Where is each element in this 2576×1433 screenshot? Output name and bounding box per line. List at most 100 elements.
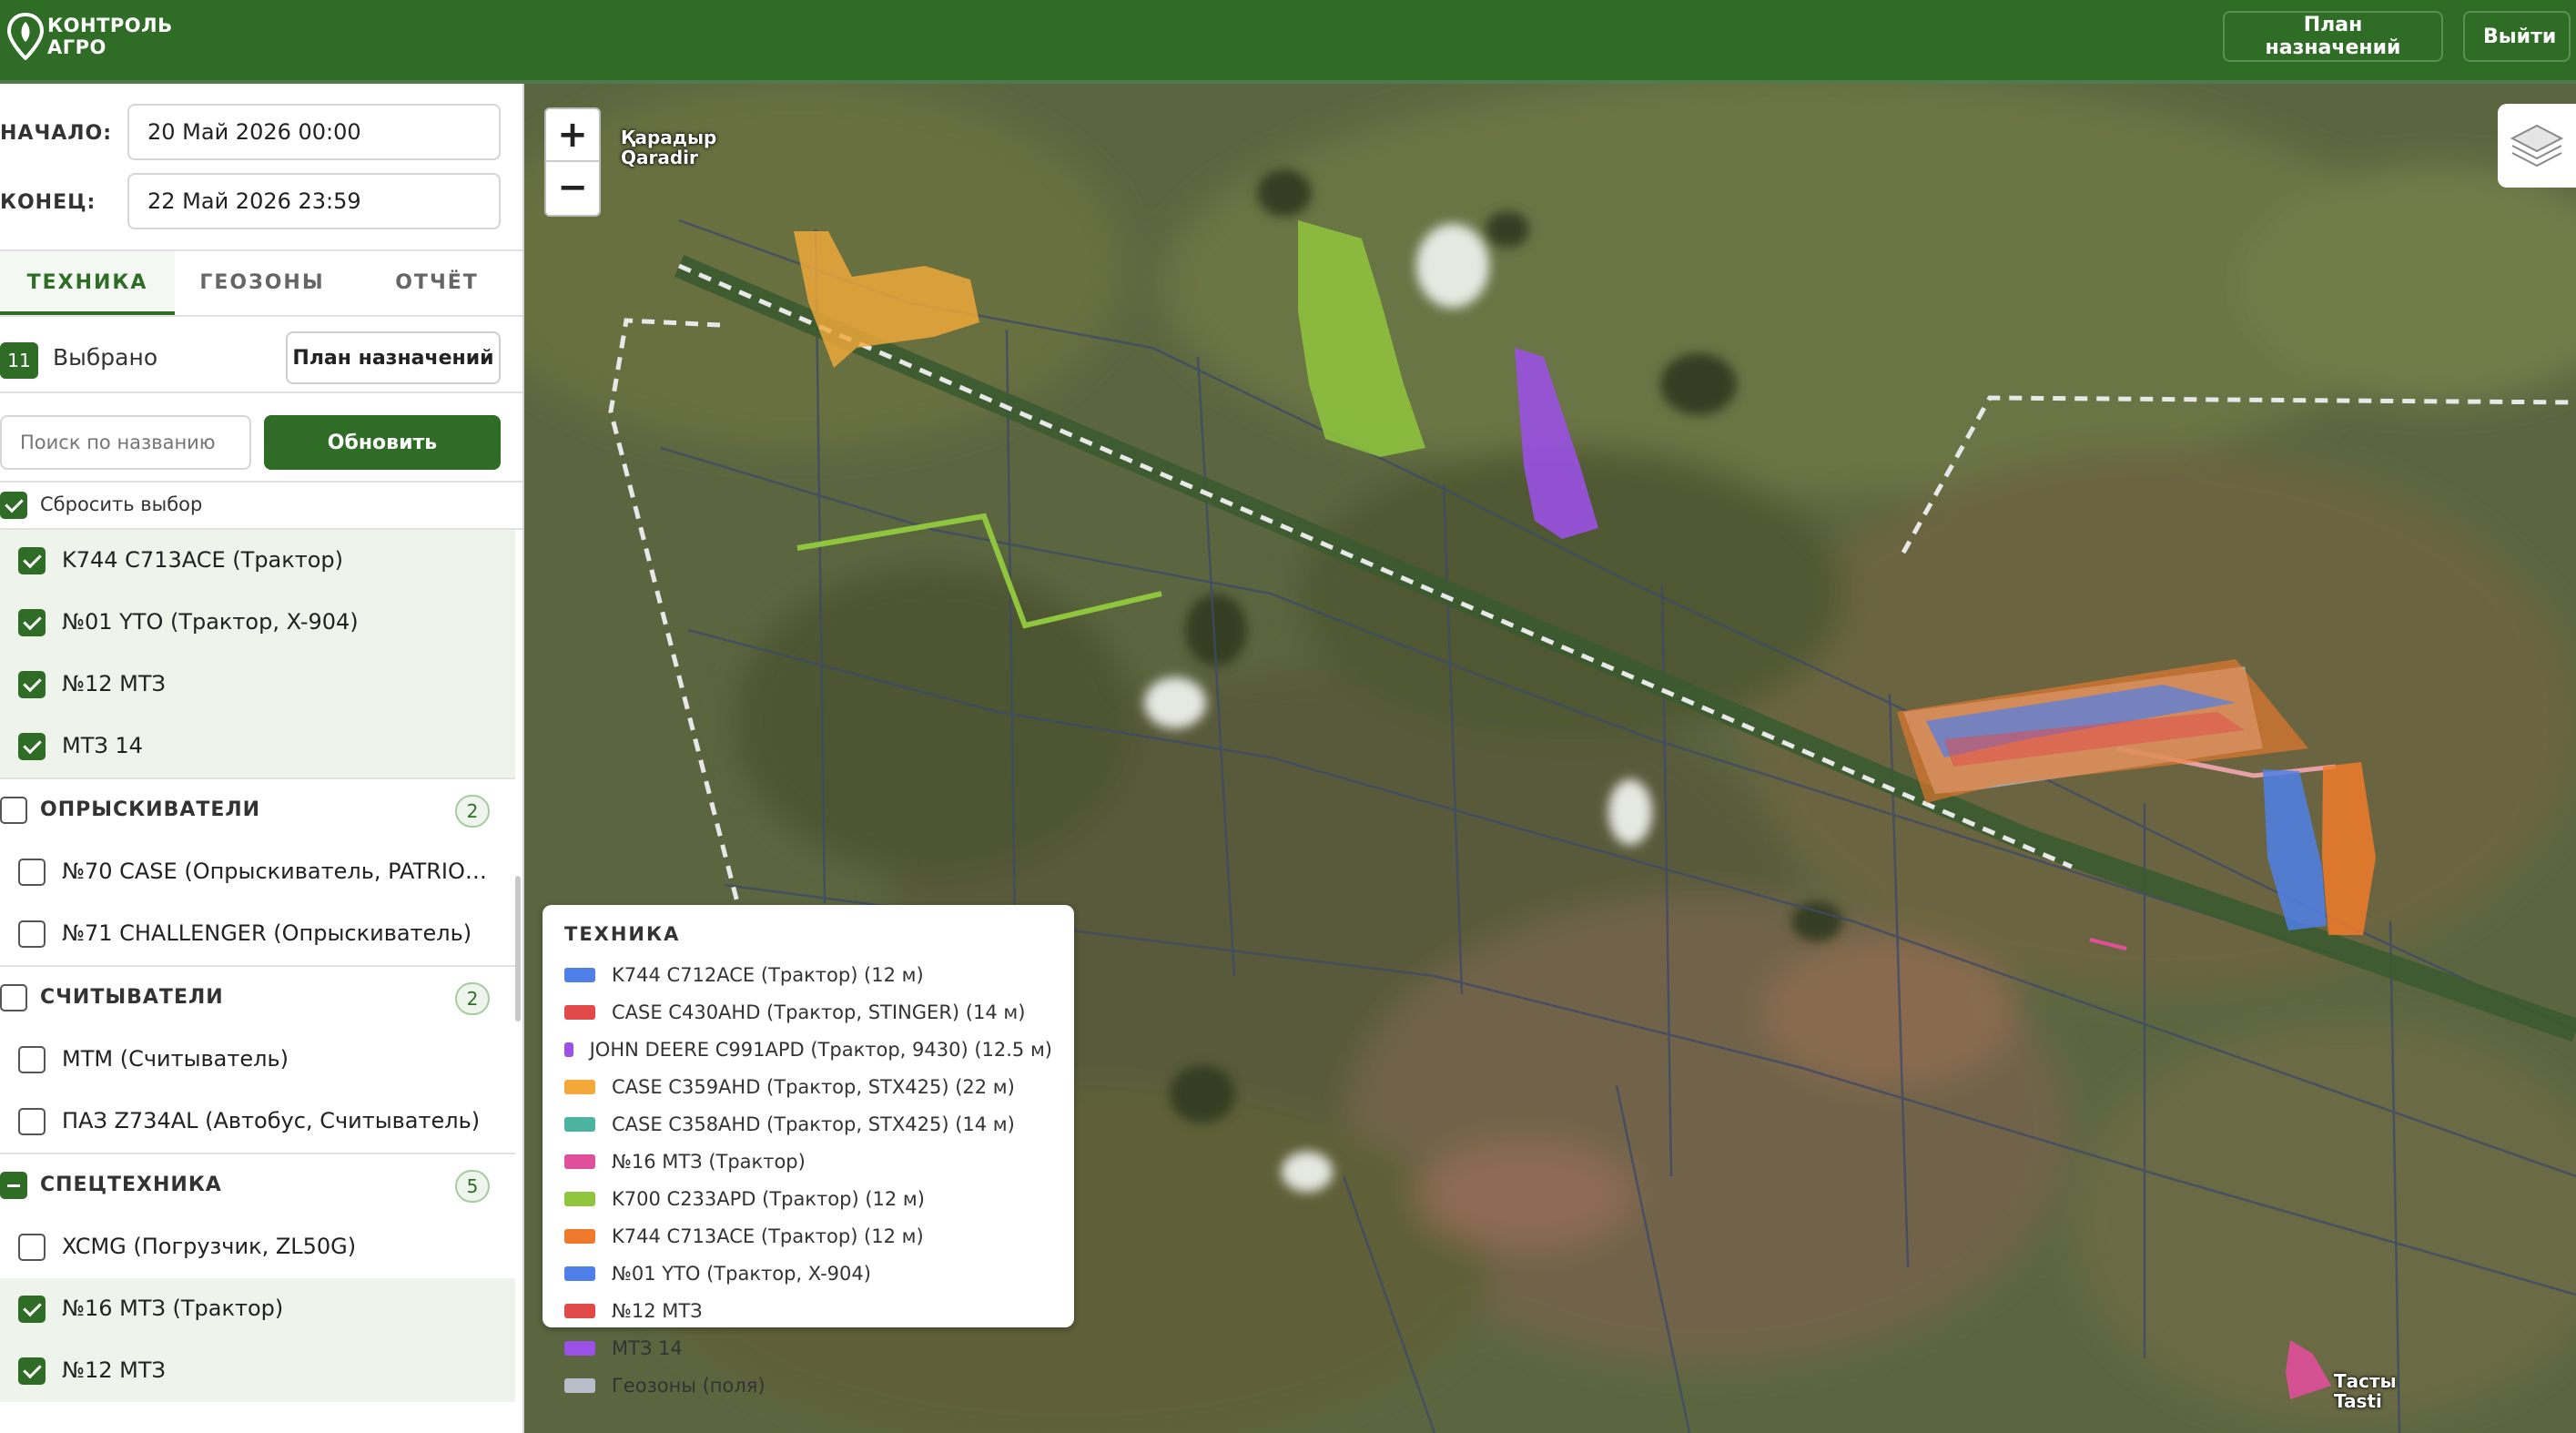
map-legend: ТЕХНИКА K744 C712ACE (Трактор) (12 м) CAS… [543, 905, 1074, 1397]
place-karadyr-latin: Qaradir [621, 147, 698, 168]
legend-swatch [564, 1004, 595, 1020]
group-checkbox[interactable] [0, 1172, 27, 1199]
legend-item: K744 C713ACE (Трактор) (12 м) [564, 1217, 1052, 1255]
item-checkbox[interactable] [18, 1108, 46, 1135]
list-item[interactable]: №01 YTO (Трактор, X-904) [0, 592, 515, 654]
list-item[interactable]: K744 C713ACE (Трактор) [0, 530, 515, 592]
sidebar-scrollbar[interactable] [515, 876, 521, 1021]
legend-swatch [564, 1340, 595, 1356]
list-item[interactable]: МТЗ 14 [0, 716, 515, 777]
legend-swatch [564, 1042, 573, 1057]
item-label: ПАЗ Z734AL (Автобус, Считыватель) [62, 1108, 481, 1133]
item-label: №16 МТЗ (Трактор) [62, 1296, 284, 1321]
zoom-out-button[interactable]: − [546, 162, 599, 215]
reset-selection-checkbox[interactable] [0, 492, 27, 519]
track-k744-east-block [2322, 762, 2376, 935]
selected-label: Выбрано [53, 344, 158, 371]
zoom-in-button[interactable]: + [546, 109, 599, 162]
item-label: МТЗ 14 [62, 733, 143, 758]
legend-label: №01 YTO (Трактор, X-904) [612, 1262, 871, 1285]
item-checkbox[interactable] [18, 671, 46, 698]
item-label: №12 МТЗ [62, 1357, 166, 1383]
legend-swatch [564, 1228, 595, 1244]
start-date-label: НАЧАЛО: [0, 122, 113, 145]
list-item[interactable]: МТМ (Считыватель) [0, 1029, 515, 1091]
legend-label: №12 МТЗ [612, 1299, 703, 1322]
legend-swatch [564, 1116, 595, 1132]
list-item[interactable]: №12 МТЗ [0, 654, 515, 716]
track-case-c359ahd [794, 231, 979, 368]
item-checkbox[interactable] [18, 733, 46, 760]
legend-item: JOHN DEERE C991APD (Трактор, 9430) (12.5… [564, 1031, 1052, 1068]
tab-vehicles[interactable]: ТЕХНИКА [0, 251, 175, 315]
app-logo[interactable]: КОНТРОЛЬ АГРО [7, 13, 173, 60]
list-item[interactable]: №12 МТЗ [0, 1340, 515, 1402]
start-date-row: НАЧАЛО: 20 Май 2026 00:00 [0, 104, 522, 162]
list-item[interactable]: ПАЗ Z734AL (Автобус, Считыватель) [0, 1091, 515, 1153]
item-label: №01 YTO (Трактор, X-904) [62, 609, 359, 635]
item-label: XCMG (Погрузчик, ZL50G) [62, 1234, 357, 1259]
list-item[interactable]: №71 CHALLENGER (Опрыскиватель) [0, 903, 515, 965]
start-date-input[interactable]: 20 Май 2026 00:00 [127, 104, 501, 160]
item-checkbox[interactable] [18, 1234, 46, 1261]
group-count-badge: 2 [455, 795, 490, 828]
item-checkbox[interactable] [18, 859, 46, 886]
legend-label: МТЗ 14 [612, 1336, 683, 1359]
header-plan-button[interactable]: План назначений [2223, 11, 2443, 62]
item-checkbox[interactable] [18, 1296, 46, 1323]
item-label: №70 CASE (Опрыскиватель, PATRIOT 4250) [62, 859, 499, 884]
layers-button[interactable] [2498, 104, 2576, 188]
group-special-equipment[interactable]: СПЕЦТЕХНИКА 5 [0, 1153, 515, 1216]
group-sprayers[interactable]: ОПРЫСКИВАТЕЛИ 2 [0, 777, 515, 841]
item-label: МТМ (Считыватель) [62, 1046, 289, 1072]
list-item[interactable]: №16 МТЗ (Трактор) [0, 1278, 515, 1340]
group-readers[interactable]: СЧИТЫВАТЕЛИ 2 [0, 965, 515, 1029]
legend-label: CASE C359AHD (Трактор, STX425) (22 м) [612, 1075, 1015, 1098]
reset-selection-row[interactable]: Сбросить выбор [0, 483, 522, 530]
logo-text-line2: АГРО [47, 36, 106, 58]
end-date-label: КОНЕЦ: [0, 191, 96, 214]
place-karadyr-cyrillic: Қарадыр [621, 127, 717, 148]
item-checkbox[interactable] [18, 1046, 46, 1073]
list-item[interactable]: XCMG (Погрузчик, ZL50G) [0, 1216, 515, 1278]
legend-swatch [564, 1303, 595, 1318]
group-checkbox[interactable] [0, 984, 27, 1011]
item-label: №12 МТЗ [62, 671, 166, 696]
legend-item: Геозоны (поля) [564, 1367, 1052, 1404]
legend-swatch [564, 1154, 595, 1169]
zoom-control: + − [544, 107, 601, 217]
sidebar: НАЧАЛО: 20 Май 2026 00:00 КОНЕЦ: 22 Май … [0, 84, 524, 1433]
legend-item: CASE C430AHD (Трактор, STINGER) (14 м) [564, 993, 1052, 1031]
legend-rows: K744 C712ACE (Трактор) (12 м) CASE C430AH… [564, 956, 1052, 1404]
legend-swatch [564, 1377, 595, 1393]
item-checkbox[interactable] [18, 920, 46, 948]
search-input[interactable] [0, 415, 251, 470]
legend-label: K700 C233APD (Трактор) (12 м) [612, 1187, 925, 1210]
legend-swatch [564, 1191, 595, 1206]
tab-report[interactable]: ОТЧЁТ [350, 251, 522, 315]
item-checkbox[interactable] [18, 547, 46, 574]
legend-item: МТЗ 14 [564, 1329, 1052, 1367]
list-item[interactable]: №70 CASE (Опрыскиватель, PATRIOT 4250) [0, 841, 515, 903]
item-checkbox[interactable] [18, 609, 46, 636]
legend-swatch [564, 1079, 595, 1094]
assignment-plan-button[interactable]: План назначений [286, 331, 501, 384]
layers-icon [2510, 124, 2564, 168]
track-k700-c233apd [1298, 220, 1425, 457]
leaf-pin-icon [7, 13, 44, 60]
tab-geozones[interactable]: ГЕОЗОНЫ [175, 251, 350, 315]
place-label-tasty: Тасты Tasti [2334, 1371, 2397, 1411]
place-label-karadyr: Қарадыр Qaradir [621, 127, 716, 168]
vehicle-list: K744 C713ACE (Трактор) №01 YTO (Трактор,… [0, 530, 515, 1402]
legend-label: K744 C712ACE (Трактор) (12 м) [612, 963, 924, 986]
end-date-input[interactable]: 22 Май 2026 23:59 [127, 173, 501, 229]
legend-item: CASE C358AHD (Трактор, STX425) (14 м) [564, 1105, 1052, 1143]
legend-label: №16 МТЗ (Трактор) [612, 1150, 806, 1173]
track-john-deere-c991apd [1515, 348, 1598, 539]
item-checkbox[interactable] [18, 1357, 46, 1385]
logout-button[interactable]: Выйти [2463, 11, 2571, 62]
legend-label: K744 C713ACE (Трактор) (12 м) [612, 1225, 924, 1247]
refresh-button[interactable]: Обновить [264, 415, 501, 470]
satellite-map[interactable]: Қарадыр Qaradir Тасты Tasti + − ТЕХНИКА … [524, 84, 2576, 1433]
group-checkbox[interactable] [0, 797, 27, 824]
